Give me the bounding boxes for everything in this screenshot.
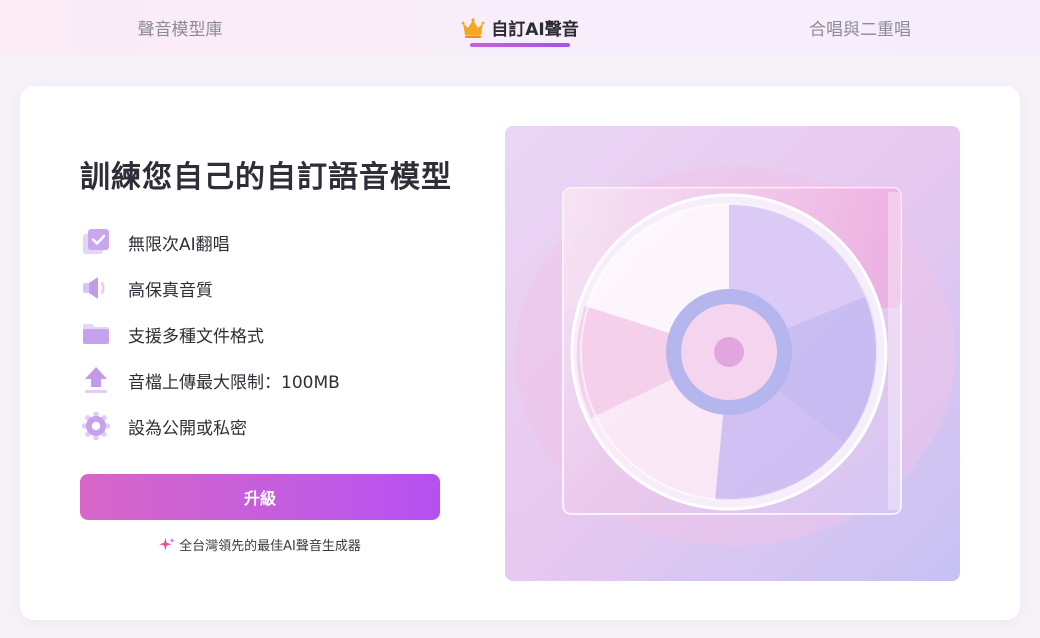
feature-item-upload-limit: 音檔上傳最大限制：100MB [80, 364, 340, 396]
tab-label: 自訂AI聲音 [491, 20, 579, 40]
upgrade-button[interactable]: 升級 [80, 474, 440, 520]
feature-item-file-formats: 支援多種文件格式 [80, 318, 264, 350]
feature-label: 無限次AI翻唱 [128, 234, 230, 255]
feature-item-unlimited-covers: 無限次AI翻唱 [80, 226, 230, 258]
tab-label: 合唱與二重唱 [809, 20, 911, 40]
feature-item-hifi-audio: 高保真音質 [80, 272, 213, 304]
feature-label: 支援多種文件格式 [128, 326, 264, 347]
checkbox-stack-icon [83, 229, 109, 254]
feature-item-privacy: 設為公開或私密 [80, 410, 247, 442]
gear-icon [82, 412, 110, 440]
tagline: 全台灣領先的最佳AI聲音生成器 [80, 535, 440, 554]
speaker-icon [83, 277, 105, 299]
tab-bar: 聲音模型庫 自訂AI聲音 合唱與二重唱 [0, 0, 1040, 55]
feature-label: 設為公開或私密 [128, 418, 247, 439]
tab-chorus-duet[interactable]: 合唱與二重唱 [780, 0, 940, 55]
active-tab-indicator [470, 43, 570, 47]
feature-label: 音檔上傳最大限制：100MB [128, 372, 340, 393]
tagline-text: 全台灣領先的最佳AI聲音生成器 [179, 539, 361, 554]
feature-label: 高保真音質 [128, 280, 213, 301]
tab-voice-model-library[interactable]: 聲音模型庫 [100, 0, 260, 55]
sparkle-icon [159, 537, 175, 550]
upload-icon [85, 367, 107, 393]
tab-label: 聲音模型庫 [137, 20, 223, 40]
crown-icon [461, 17, 485, 38]
page-title: 訓練您自己的自訂語音模型 [80, 160, 452, 195]
cd-illustration [505, 126, 960, 581]
folder-icon [83, 324, 109, 344]
cd-disc-image [505, 126, 960, 581]
